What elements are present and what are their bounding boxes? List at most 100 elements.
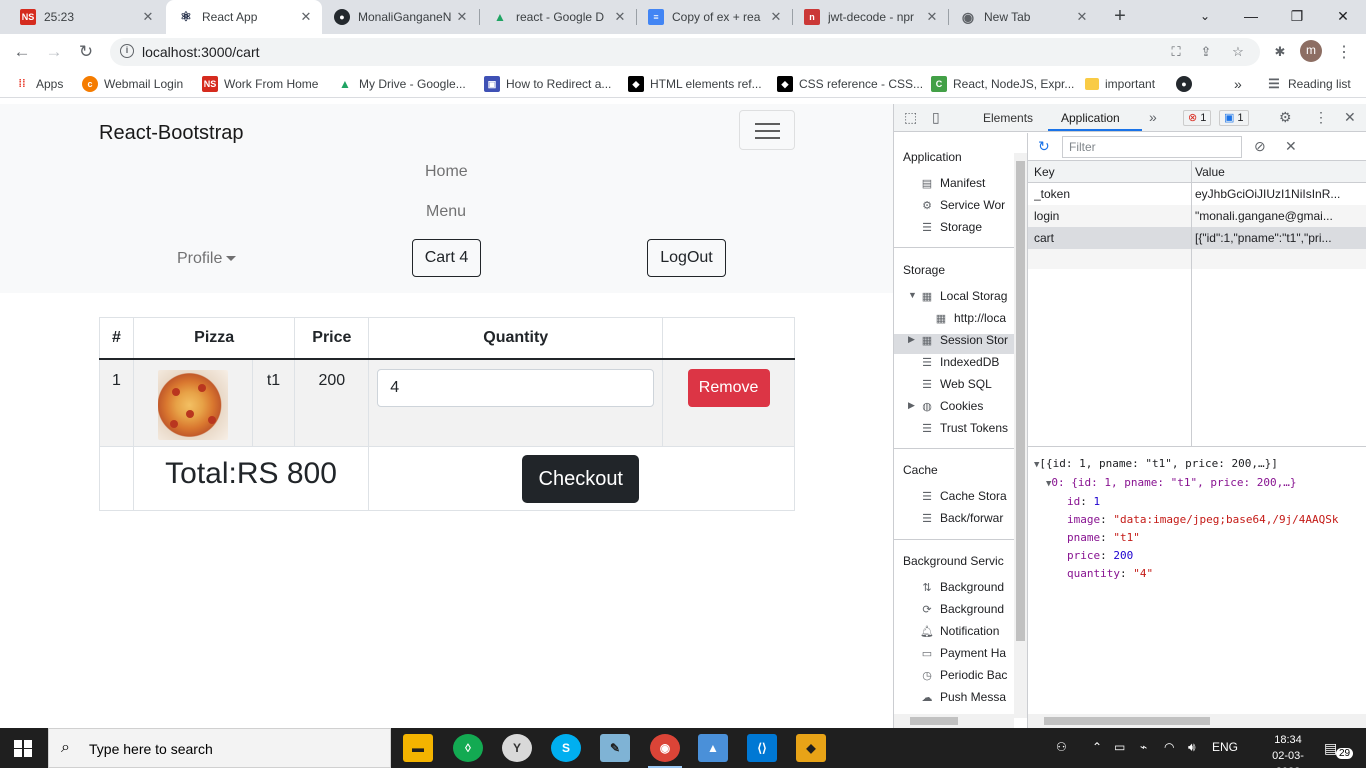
notepad-icon[interactable]: ✎ [600, 734, 630, 762]
sidebar-item-background-fetch[interactable]: ⇅ Background [920, 577, 1004, 597]
sidebar-scrollbar[interactable] [1014, 153, 1027, 718]
table-row-selected[interactable]: cart [{"id":1,"pname":"t1","pri... [1028, 227, 1366, 249]
close-icon[interactable]: ✕ [1074, 9, 1090, 25]
sidebar-item-storage[interactable]: ☰ Storage [920, 217, 982, 237]
battery-icon[interactable]: ▭ [1114, 740, 1125, 754]
sidebar-item-service-workers[interactable]: ⚙ Service Wor [920, 195, 1005, 215]
logout-button[interactable]: LogOut [647, 239, 726, 277]
tab-elements[interactable]: Elements [983, 111, 1033, 125]
sidebar-item-push-messaging[interactable]: ☁ Push Messa [920, 687, 1007, 707]
bookmark-html-elements[interactable]: ◆ HTML elements ref... [628, 75, 762, 93]
more-bookmarks-icon[interactable]: » [1234, 75, 1242, 93]
bookmark-apps[interactable]: ⁞⁞ Apps [14, 75, 63, 93]
chrome-icon[interactable]: ◉ [650, 734, 680, 762]
checkout-button[interactable]: Checkout [522, 455, 640, 503]
collapse-arrow-icon[interactable]: ▶ [908, 400, 915, 411]
nav-link-menu[interactable]: Menu [426, 203, 466, 221]
sidebar-item-periodic-sync[interactable]: ◷ Periodic Bac [920, 665, 1007, 685]
navbar-toggler-button[interactable] [739, 110, 795, 150]
postman-icon[interactable]: Y [502, 734, 532, 762]
bookmark-webmail[interactable]: c Webmail Login [82, 75, 183, 93]
quantity-input[interactable] [377, 368, 655, 407]
system-clock[interactable]: 18:34 02-03-2022 [1262, 732, 1314, 768]
devtools-menu-icon[interactable]: ⋮ [1314, 109, 1328, 126]
browser-tab[interactable]: ≡ Copy of ex + rea ✕ [636, 0, 792, 34]
bookmark-star-icon[interactable]: ☆ [1230, 44, 1246, 60]
device-toolbar-icon[interactable]: ▯ [932, 109, 940, 126]
gitkraken-icon[interactable]: ◆ [796, 734, 826, 762]
bookmark-how-to-redirect[interactable]: ▣ How to Redirect a... [484, 75, 611, 93]
collapse-arrow-icon[interactable]: ▶ [908, 334, 915, 345]
wifi-icon[interactable]: ◠ [1164, 740, 1174, 754]
sidebar-item-background-sync[interactable]: ⟳ Background [920, 599, 1004, 619]
navbar-brand[interactable]: React-Bootstrap [99, 122, 244, 145]
nav-dropdown-profile[interactable]: Profile [177, 250, 237, 268]
back-button[interactable]: ← [10, 40, 34, 64]
close-window-button[interactable]: ✕ [1320, 0, 1366, 32]
close-icon[interactable]: ✕ [298, 9, 314, 25]
close-icon[interactable]: ✕ [768, 9, 784, 25]
reading-list-button[interactable]: ☰ Reading list [1266, 75, 1351, 93]
sidebar-item-manifest[interactable]: ▤ Manifest [920, 173, 986, 193]
browser-tab[interactable]: ◉ New Tab ✕ [948, 0, 1098, 34]
sidebar-item-notifications[interactable]: 🔔︎ Notification [920, 621, 999, 641]
mongodb-compass-icon[interactable]: ◊ [453, 734, 483, 762]
chrome-menu-icon[interactable]: ⋮ [1336, 42, 1352, 62]
taskbar-search-box[interactable]: ⌕ Type here to search [48, 728, 391, 768]
network-icon[interactable]: ⌁ [1140, 740, 1147, 754]
browser-tab[interactable]: n jwt-decode - npr ✕ [792, 0, 948, 34]
bookmark-work-from-home[interactable]: NS Work From Home [202, 75, 318, 93]
nav-link-home[interactable]: Home [425, 163, 468, 181]
tab-search-button[interactable]: ⌄ [1182, 0, 1228, 32]
close-icon[interactable]: ✕ [924, 9, 940, 25]
sidebar-item-web-sql[interactable]: ☰ Web SQL [920, 374, 992, 394]
forward-button[interactable]: → [42, 40, 66, 64]
bookmark-github[interactable]: ● [1176, 75, 1198, 93]
clear-all-icon[interactable]: ⊘ [1254, 138, 1266, 155]
new-tab-button[interactable]: + [1108, 4, 1132, 28]
language-indicator[interactable]: ENG [1212, 740, 1238, 754]
bookmark-important[interactable]: important [1085, 75, 1155, 93]
maximize-button[interactable]: ❐ [1274, 0, 1320, 32]
sidebar-item-cookies[interactable]: ◍ Cookies [920, 396, 983, 416]
photos-icon[interactable]: ▲ [698, 734, 728, 762]
json-root-line[interactable]: ▼[{id: 1, pname: "t1", price: 200,…}] [1034, 455, 1339, 474]
close-icon[interactable]: ✕ [140, 9, 156, 25]
messages-badge[interactable]: ▣ 1 [1219, 110, 1249, 126]
tab-application[interactable]: Application [1061, 111, 1120, 125]
delete-selected-icon[interactable]: ✕ [1285, 138, 1297, 155]
cart-button[interactable]: Cart 4 [412, 239, 481, 277]
tray-chevron-icon[interactable]: ⌃ [1092, 740, 1102, 754]
sidebar-item-local-storage[interactable]: ▦ Local Storag [920, 286, 1008, 306]
extensions-icon[interactable]: ✱ [1272, 44, 1288, 60]
sidebar-item-payment-handler[interactable]: ▭ Payment Ha [920, 643, 1006, 663]
inspect-element-icon[interactable]: ⬚ [904, 109, 917, 126]
people-icon[interactable]: ⚇ [1056, 740, 1067, 754]
share-icon[interactable]: ⇪ [1198, 44, 1214, 60]
close-icon[interactable]: ✕ [454, 9, 470, 25]
bookmark-react-nodejs[interactable]: C React, NodeJS, Expr... [931, 75, 1074, 93]
sidebar-item-cache-storage[interactable]: ☰ Cache Stora [920, 486, 1007, 506]
bookmark-css-reference[interactable]: ◆ CSS reference - CSS... [777, 75, 923, 93]
browser-tab[interactable]: NS 25:23 ✕ [8, 0, 164, 34]
file-explorer-icon[interactable]: ▬ [403, 734, 433, 762]
close-icon[interactable]: ✕ [612, 9, 628, 25]
errors-badge[interactable]: ⊗ 1 [1183, 110, 1212, 126]
browser-tab[interactable]: ▲ react - Google D ✕ [480, 0, 636, 34]
settings-gear-icon[interactable]: ⚙ [1279, 109, 1292, 126]
expand-arrow-icon[interactable]: ▼ [908, 290, 917, 300]
bookmark-my-drive[interactable]: ▲ My Drive - Google... [337, 75, 466, 93]
translate-icon[interactable]: ⛶ [1168, 44, 1184, 60]
browser-tab-active[interactable]: ⚛ React App ✕ [166, 0, 322, 34]
json-item-line[interactable]: ▼0: {id: 1, pname: "t1", price: 200,…} [1034, 474, 1339, 493]
minimize-button[interactable]: — [1228, 0, 1274, 32]
site-info-icon[interactable]: i [120, 44, 134, 58]
volume-icon[interactable]: 🔊︎ [1188, 740, 1196, 755]
more-tabs-icon[interactable]: » [1149, 109, 1157, 125]
sidebar-item-localhost[interactable]: ▦ http://loca [934, 308, 1006, 328]
refresh-icon[interactable]: ↻ [1038, 138, 1050, 155]
browser-tab[interactable]: ● MonaliGanganeN ✕ [322, 0, 478, 34]
profile-avatar[interactable]: m [1300, 40, 1322, 62]
sidebar-item-trust-tokens[interactable]: ☰ Trust Tokens [920, 418, 1008, 438]
sidebar-item-indexeddb[interactable]: ☰ IndexedDB [920, 352, 999, 372]
